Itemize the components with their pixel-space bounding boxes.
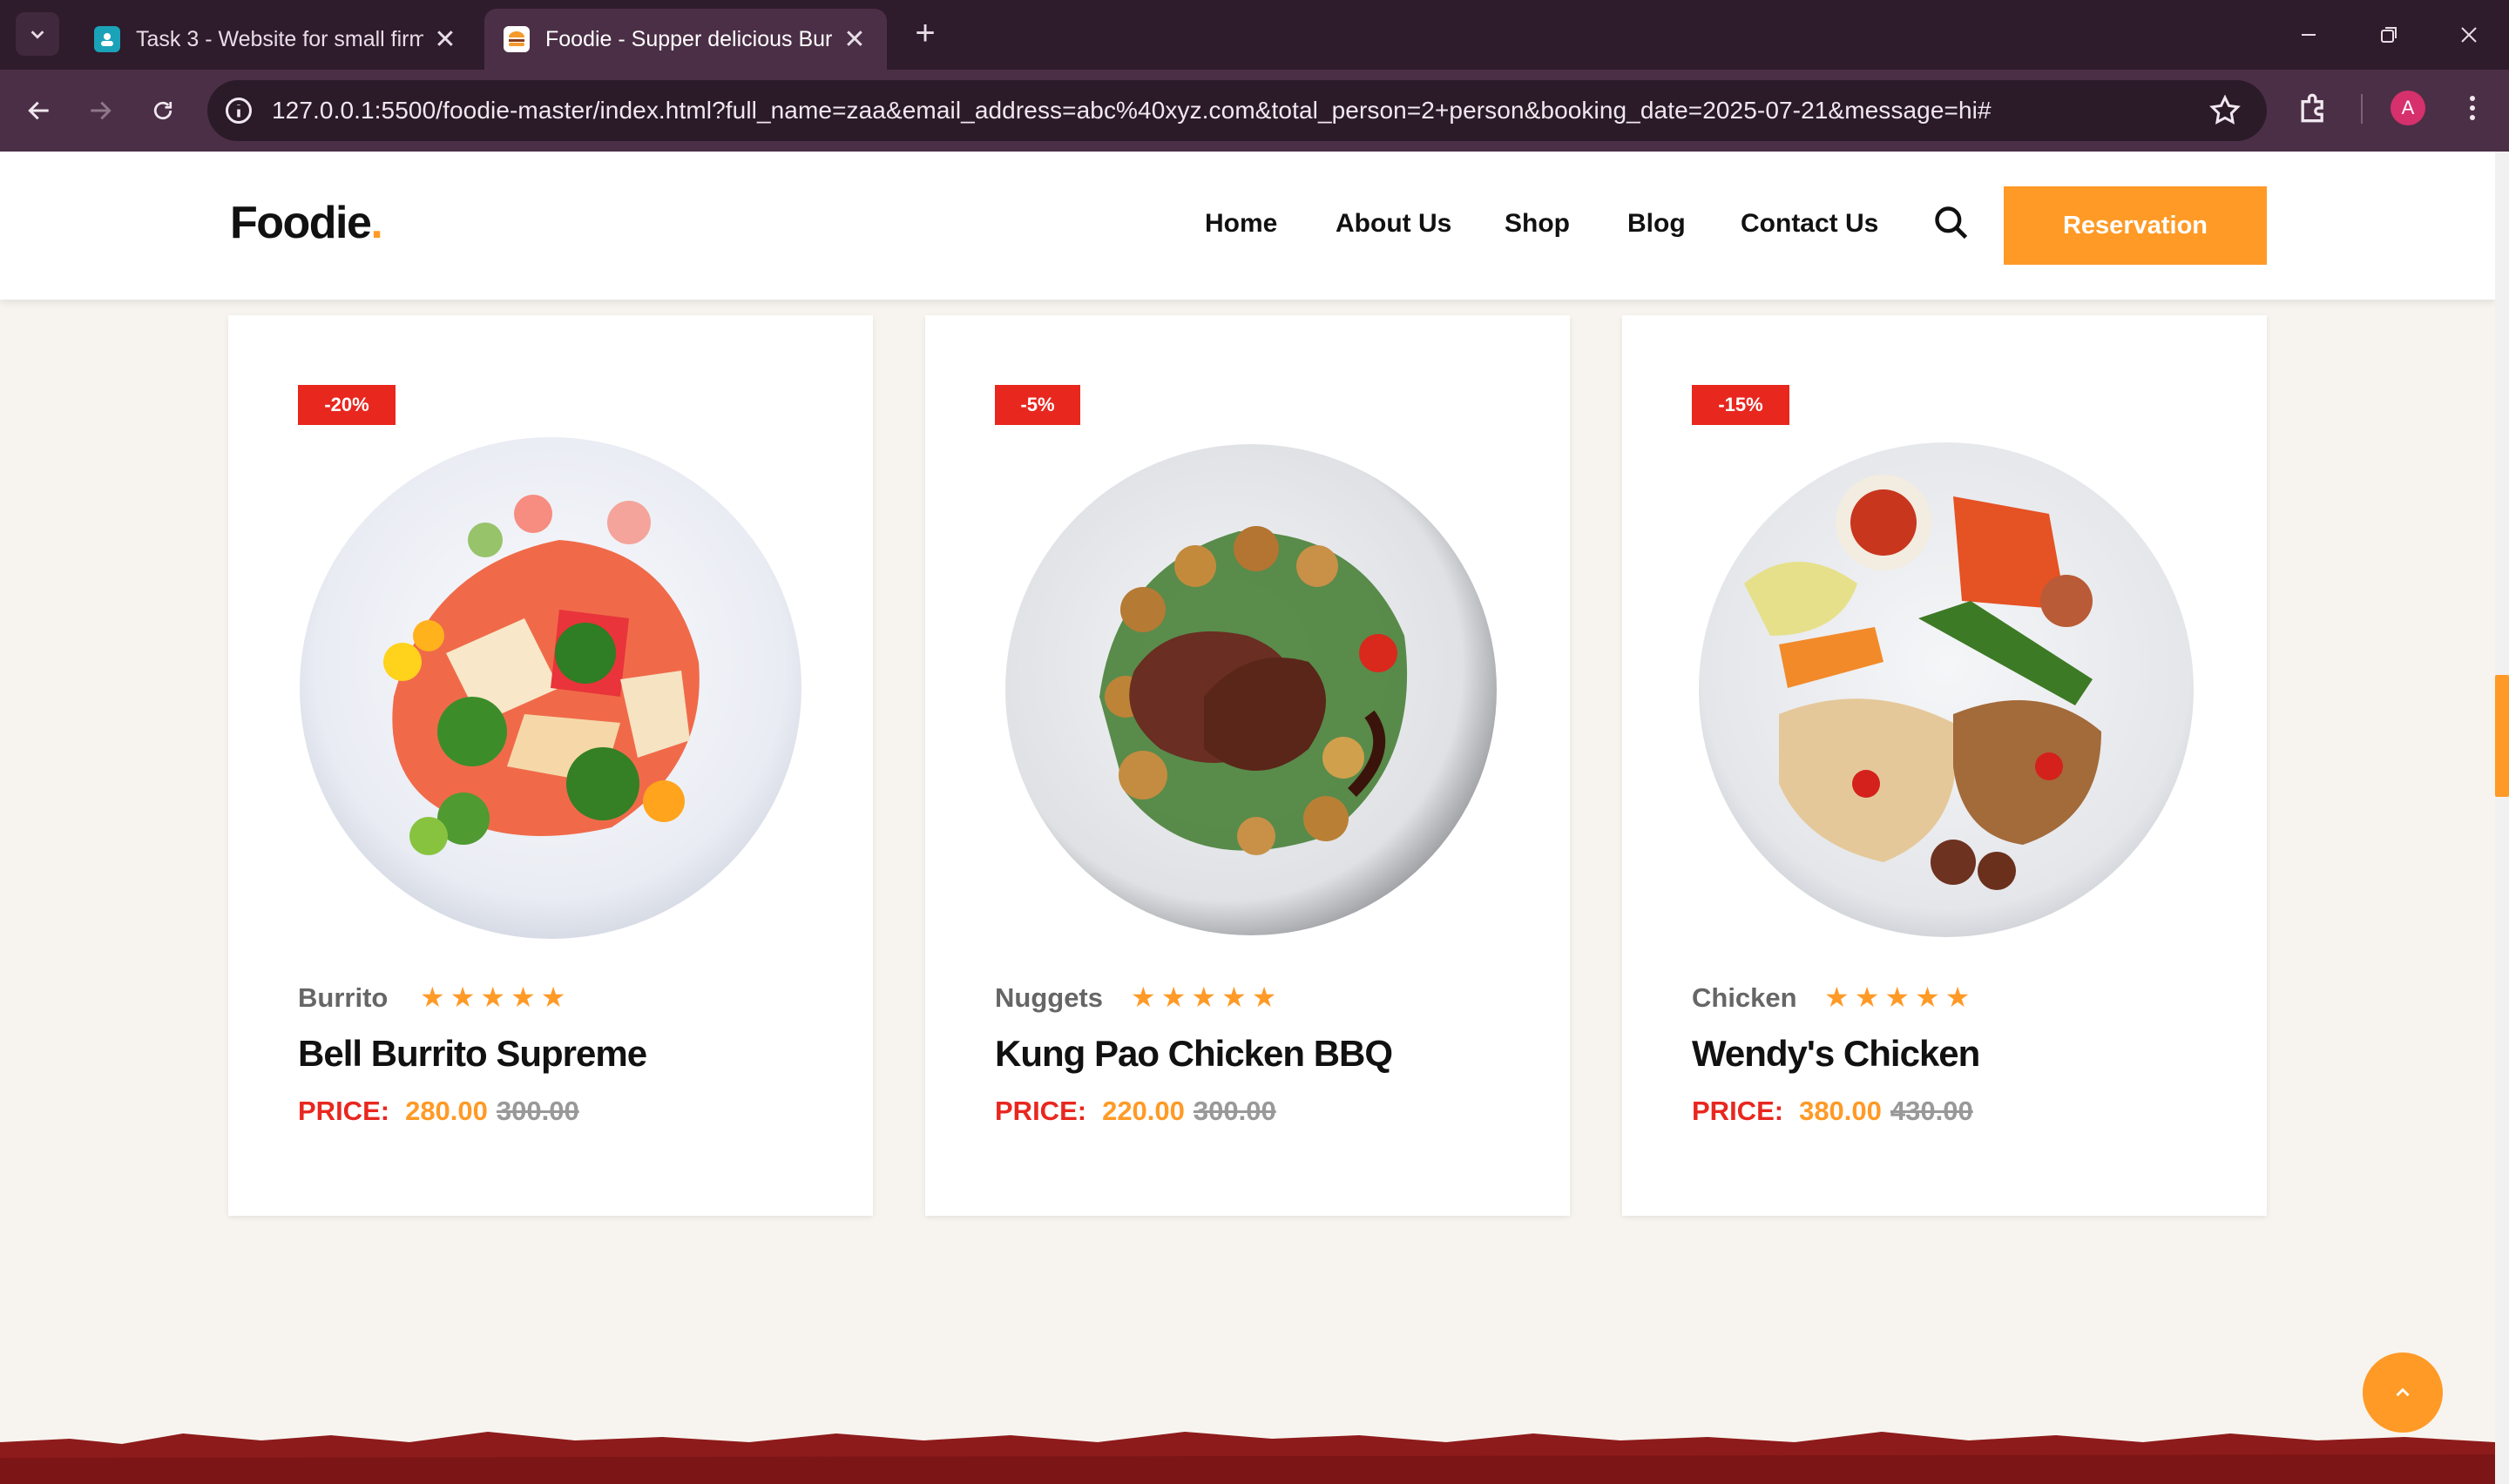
nav-home[interactable]: Home [1205,209,1277,239]
reload-icon [153,101,172,120]
chicken-plate-image [1699,442,2194,937]
close-tab-icon[interactable]: ✕ [432,24,458,55]
product-card[interactable]: -5% Nuggets ★★★★★ Kung Pao Chicken BBQ P… [925,315,1570,1216]
url-text[interactable]: 127.0.0.1:5500/foodie-master/index.html?… [272,97,2208,125]
nav-blog[interactable]: Blog [1627,209,1686,239]
product-card[interactable]: -15% Chicken ★★★★★ Wendy's Chicken PRICE… [1622,315,2267,1216]
new-tab-button[interactable]: + [906,16,944,54]
profile-avatar[interactable]: A [2391,91,2425,125]
back-button[interactable] [17,89,61,132]
product-category: Burrito [298,982,389,1013]
nav-about-us[interactable]: About Us [1336,209,1451,239]
logo-text: Foodie [230,198,372,248]
original-price: 300.00 [1193,1096,1276,1126]
burger-favicon-icon [504,26,530,52]
minimize-icon [2302,34,2316,36]
reservation-button[interactable]: Reservation [2004,186,2267,265]
tab-foodie[interactable]: Foodie - Supper delicious Burger ✕ [484,9,887,70]
original-price: 300.00 [496,1096,579,1126]
logo-dot: . [370,198,382,248]
nav-shop[interactable]: Shop [1505,209,1570,239]
original-price: 430.00 [1890,1096,1973,1126]
forward-arrow-icon [91,101,112,120]
nav-contact-us[interactable]: Contact Us [1741,209,1878,239]
product-name[interactable]: Kung Pao Chicken BBQ [995,1033,1393,1075]
price-row: PRICE: 380.00 430.00 [1692,1096,1973,1127]
more-vert-icon [2470,96,2475,120]
reload-button[interactable] [141,89,185,132]
close-tab-icon[interactable]: ✕ [842,24,868,55]
close-icon [2461,27,2477,43]
product-name[interactable]: Wendy's Chicken [1692,1033,1980,1075]
price-row: PRICE: 280.00 300.00 [298,1096,579,1127]
product-category: Chicken [1692,982,1797,1013]
product-card[interactable]: -20% Burrito ★★★★★ Bell Burrito Supreme … [228,315,873,1216]
bookmark-star-icon[interactable] [2208,93,2242,128]
product-category: Nuggets [995,982,1103,1013]
rating-stars: ★★★★★ [1131,981,1282,1013]
footer-torn-edge [0,1432,2495,1484]
steak-plate-image [1005,444,1497,935]
page-scrollbar-track[interactable] [2495,152,2509,1484]
sale-price: 280.00 [405,1096,488,1126]
discount-badge: -5% [995,385,1080,425]
chevron-up-icon [2396,1387,2410,1397]
tab-title: Foodie - Supper delicious Burger [545,26,833,51]
price-label: PRICE: [298,1096,390,1126]
discount-badge: -15% [1692,385,1789,425]
tab-title: Task 3 - Website for small firm/A [136,26,423,51]
extensions-puzzle-icon[interactable] [2295,89,2333,127]
tab-task3[interactable]: Task 3 - Website for small firm/A ✕ [75,9,477,70]
product-name[interactable]: Bell Burrito Supreme [298,1033,647,1075]
scroll-to-top-button[interactable] [2363,1352,2443,1433]
browser-menu-button[interactable] [2455,91,2490,125]
forward-button[interactable] [78,89,122,132]
restore-button[interactable] [2363,16,2415,54]
restore-icon [2381,27,2397,43]
price-row: PRICE: 220.00 300.00 [995,1096,1276,1127]
price-label: PRICE: [1692,1096,1784,1126]
sale-price: 220.00 [1102,1096,1185,1126]
browser-toolbar: 127.0.0.1:5500/foodie-master/index.html?… [0,70,2509,152]
price-label: PRICE: [995,1096,1087,1126]
tab-search-button[interactable] [16,12,59,56]
search-icon[interactable] [1932,204,1971,242]
discount-badge: -20% [298,385,396,425]
address-bar[interactable]: 127.0.0.1:5500/foodie-master/index.html?… [207,80,2267,141]
minimize-button[interactable] [2282,16,2335,54]
close-window-button[interactable] [2443,16,2495,54]
back-arrow-icon [28,101,49,120]
classroom-favicon-icon [94,26,120,52]
toolbar-divider [2361,94,2363,124]
site-logo[interactable]: Foodie. [230,197,383,249]
site-header: Foodie. Home About Us Shop Blog Contact … [0,152,2495,300]
rating-stars: ★★★★★ [1824,981,1976,1013]
sashimi-plate-image [300,437,801,939]
chevron-down-icon [30,30,44,39]
page-viewport: Foodie. Home About Us Shop Blog Contact … [0,152,2495,1484]
site-info-icon[interactable] [223,95,254,126]
rating-stars: ★★★★★ [420,981,571,1013]
page-scrollbar-thumb[interactable] [2495,675,2509,797]
browser-tab-bar: Task 3 - Website for small firm/A ✕ Food… [0,0,2509,70]
sale-price: 380.00 [1799,1096,1882,1126]
